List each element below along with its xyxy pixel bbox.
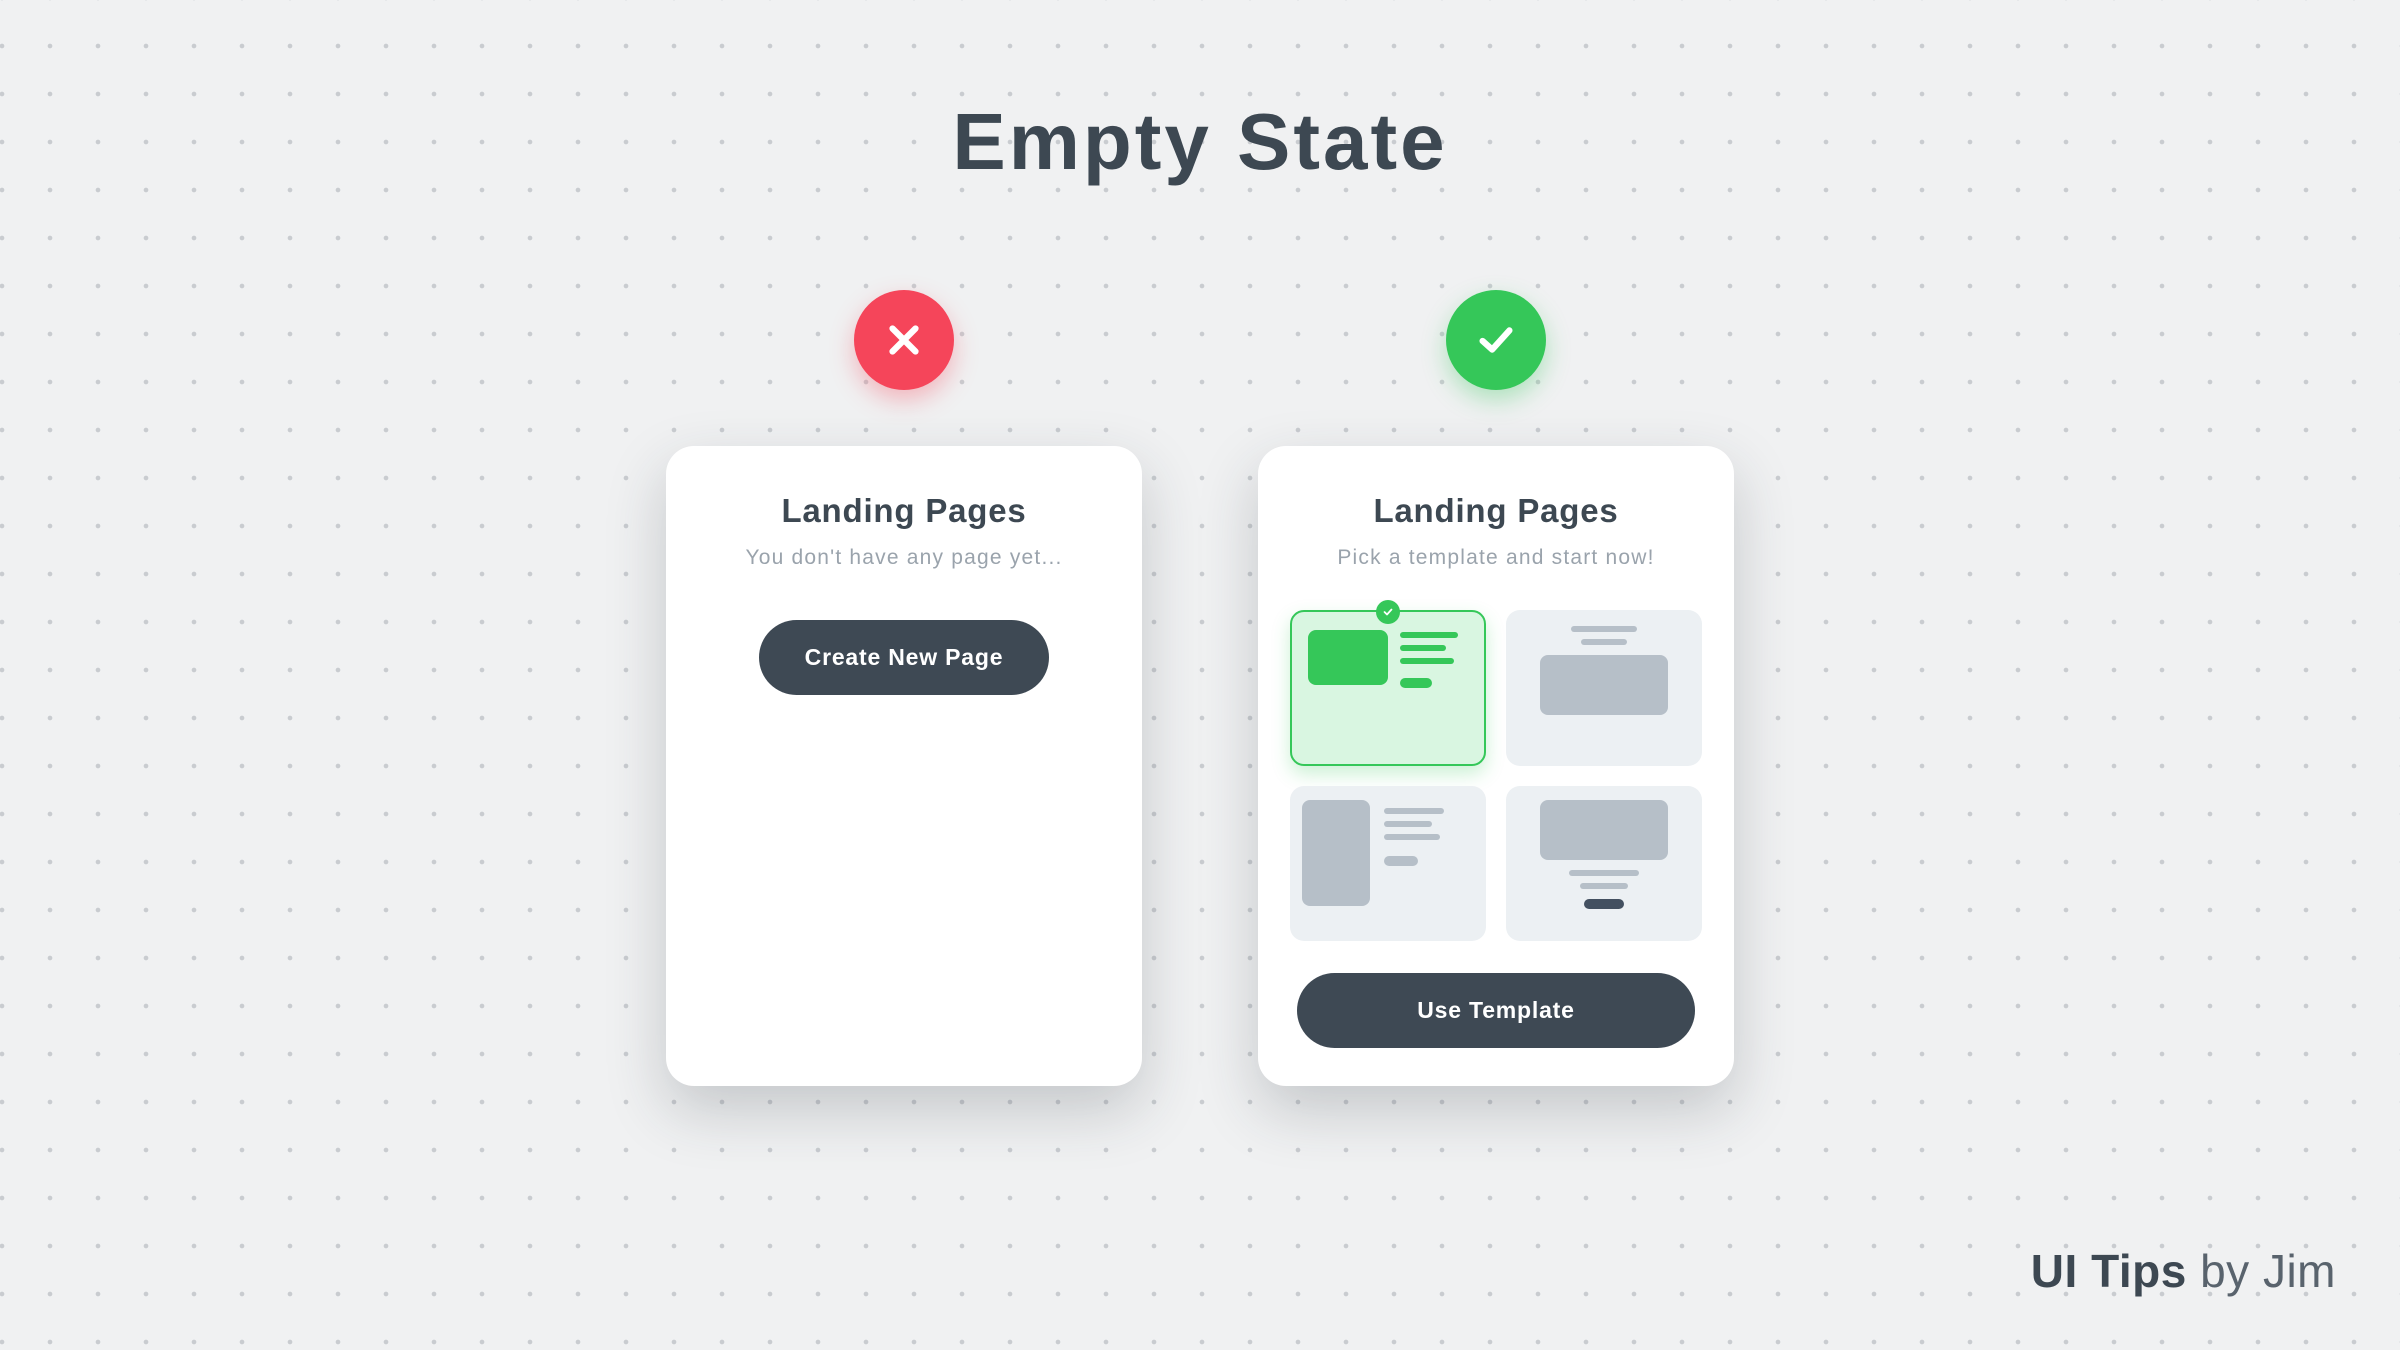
bad-card-title: Landing Pages <box>781 492 1026 530</box>
template-placeholder-lines <box>1384 802 1444 926</box>
use-template-button[interactable]: Use Template <box>1297 973 1695 1048</box>
template-grid <box>1286 610 1706 941</box>
template-option[interactable] <box>1506 610 1702 766</box>
template-thumbnail <box>1302 800 1370 906</box>
footer-brand: UI Tips <box>2031 1245 2187 1297</box>
template-thumbnail <box>1308 630 1388 685</box>
template-thumbnail <box>1540 800 1668 860</box>
bad-example: Landing Pages You don't have any page ye… <box>666 290 1142 1086</box>
bad-card: Landing Pages You don't have any page ye… <box>666 446 1142 1086</box>
template-placeholder-lines <box>1400 628 1468 688</box>
bad-card-subtitle: You don't have any page yet... <box>745 546 1062 570</box>
check-icon <box>1446 290 1546 390</box>
footer-author: by Jim <box>2187 1245 2336 1297</box>
good-card-title: Landing Pages <box>1373 492 1618 530</box>
cross-icon <box>854 290 954 390</box>
create-new-page-button[interactable]: Create New Page <box>759 620 1050 695</box>
template-option[interactable] <box>1506 786 1702 942</box>
selected-check-icon <box>1376 600 1400 624</box>
examples-row: Landing Pages You don't have any page ye… <box>666 290 1734 1086</box>
good-card-subtitle: Pick a template and start now! <box>1337 546 1654 570</box>
footer-attribution: UI Tips by Jim <box>2031 1244 2336 1298</box>
good-example: Landing Pages Pick a template and start … <box>1258 290 1734 1086</box>
page-title: Empty State <box>0 96 2400 188</box>
template-option[interactable] <box>1290 786 1486 942</box>
good-card: Landing Pages Pick a template and start … <box>1258 446 1734 1086</box>
template-thumbnail <box>1540 655 1668 715</box>
template-option-selected[interactable] <box>1290 610 1486 766</box>
